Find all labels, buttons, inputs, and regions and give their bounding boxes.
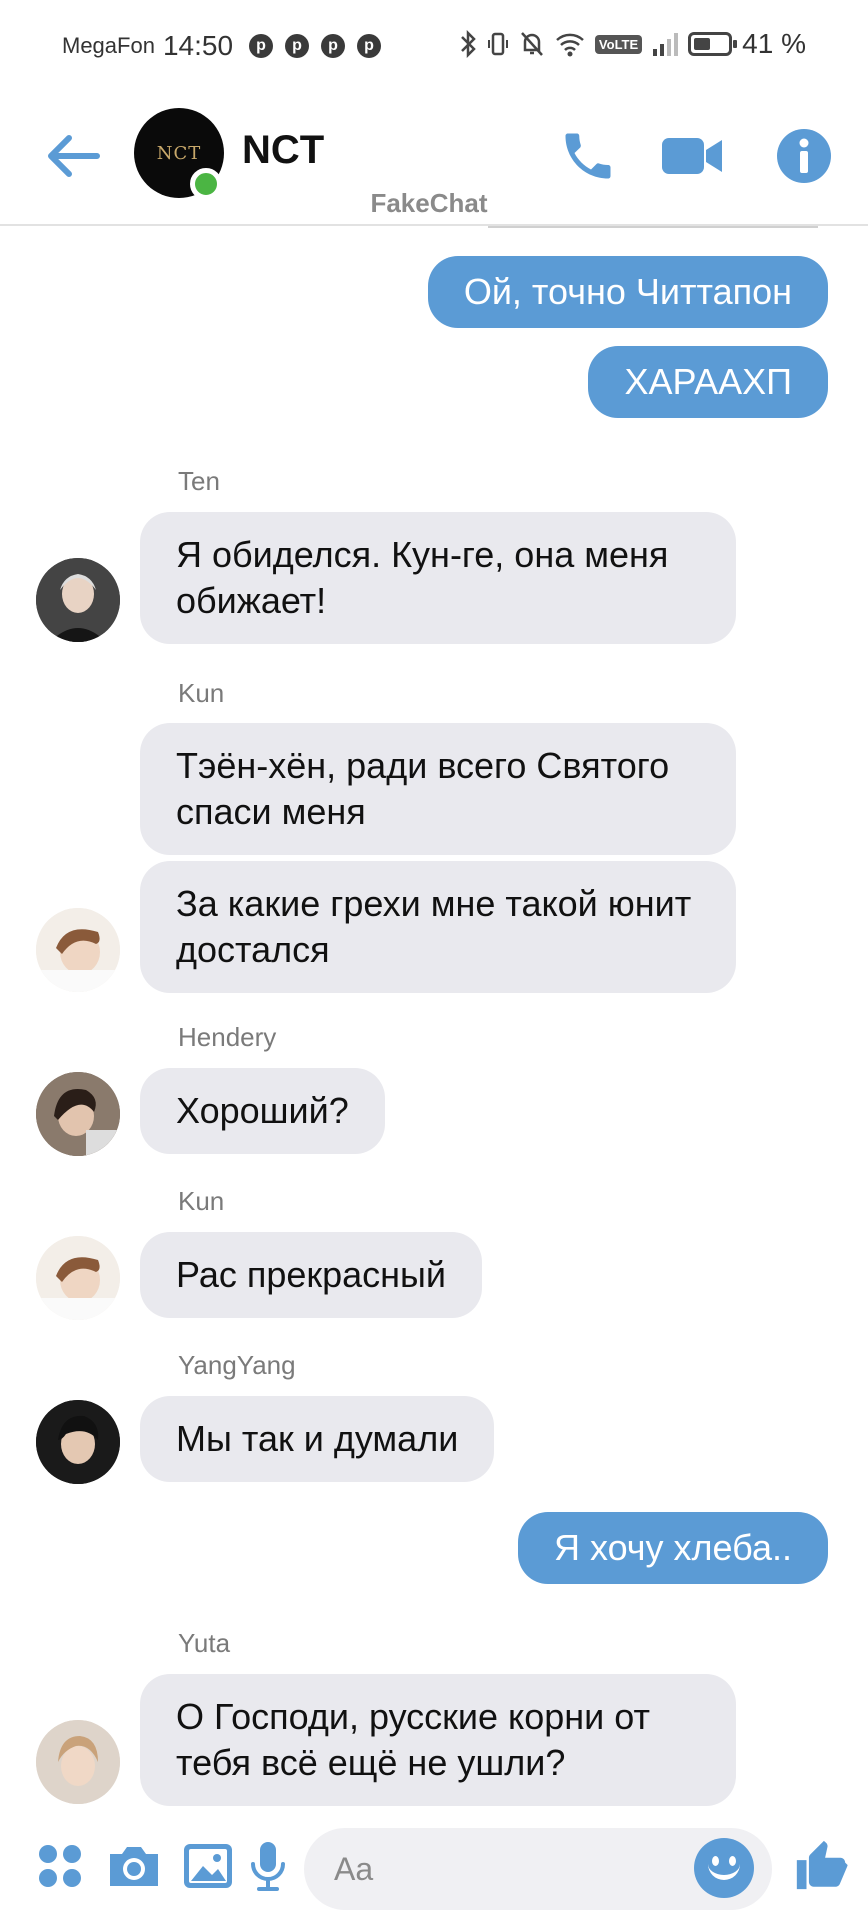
message-list[interactable]: Ой, точно Читтапон ХАРААХП Ten Я обиделс… bbox=[0, 226, 868, 1810]
back-button[interactable] bbox=[44, 126, 104, 186]
sender-name: Ten bbox=[178, 466, 220, 496]
avatar-kun[interactable] bbox=[36, 1236, 120, 1320]
like-button[interactable] bbox=[790, 1834, 852, 1896]
bluetooth-icon bbox=[459, 30, 477, 58]
avatar-ten[interactable] bbox=[36, 558, 120, 642]
chat-screen: MegaFon 14:50 p p p p VoLTE 41 % NCT NCT… bbox=[0, 0, 868, 1920]
incoming-message[interactable]: За какие грехи мне такой юнит достался bbox=[140, 861, 736, 993]
avatar-yangyang[interactable] bbox=[36, 1400, 120, 1484]
gallery-button[interactable] bbox=[180, 1838, 236, 1894]
battery-icon bbox=[688, 32, 738, 56]
camera-button[interactable] bbox=[106, 1838, 162, 1894]
more-actions-button[interactable] bbox=[32, 1838, 88, 1894]
pinterest-notification-icon: p bbox=[285, 34, 310, 58]
voice-call-button[interactable] bbox=[552, 120, 624, 192]
pinterest-notification-icon: p bbox=[357, 34, 382, 58]
incoming-message[interactable]: Рас прекрасный bbox=[140, 1232, 483, 1318]
outgoing-message[interactable]: Ой, точно Читтапон bbox=[427, 256, 828, 328]
sender-name: YangYang bbox=[178, 1350, 296, 1380]
arrow-left-icon bbox=[48, 135, 100, 177]
previous-message-edge bbox=[488, 226, 818, 228]
wifi-icon bbox=[555, 30, 585, 58]
avatar-yuta[interactable] bbox=[36, 1720, 120, 1804]
video-camera-icon bbox=[662, 138, 722, 174]
voice-record-button[interactable] bbox=[240, 1838, 296, 1894]
microphone-icon bbox=[251, 1842, 285, 1891]
camera-icon bbox=[110, 1847, 158, 1886]
mute-icon bbox=[519, 30, 545, 58]
volte-icon: VoLTE bbox=[594, 30, 643, 58]
sender-name: Hendery bbox=[178, 1022, 277, 1052]
carrier-name: MegaFon bbox=[62, 33, 155, 58]
video-call-button[interactable] bbox=[656, 120, 728, 192]
image-icon bbox=[184, 1844, 232, 1888]
avatar-hendery[interactable] bbox=[36, 1072, 120, 1156]
pinterest-notification-icon: p bbox=[249, 34, 274, 58]
emoji-button[interactable] bbox=[694, 1838, 754, 1898]
pinterest-notification-icon: p bbox=[321, 34, 346, 58]
incoming-message[interactable]: Мы так и думали bbox=[140, 1396, 495, 1482]
chat-header: NCT NCT FakeChat bbox=[0, 96, 868, 226]
four-dots-icon bbox=[39, 1845, 81, 1887]
watermark-text: FakeChat bbox=[370, 188, 488, 218]
incoming-message[interactable]: Хороший? bbox=[140, 1068, 385, 1154]
battery-percent: 41 % bbox=[742, 28, 806, 59]
nct-logo: NCT bbox=[156, 142, 202, 164]
chat-title[interactable]: NCT bbox=[242, 128, 324, 173]
outgoing-message[interactable]: ХАРААХП bbox=[588, 346, 828, 418]
status-bar: MegaFon 14:50 p p p p VoLTE 41 % bbox=[0, 0, 868, 96]
outgoing-message[interactable]: Я хочу хлеба.. bbox=[517, 1512, 828, 1584]
signal-icon bbox=[652, 30, 679, 58]
sender-name: Kun bbox=[178, 678, 225, 708]
phone-icon bbox=[565, 133, 611, 179]
composer-bar bbox=[0, 1810, 868, 1920]
avatar-kun[interactable] bbox=[36, 908, 120, 992]
clock: 14:50 bbox=[162, 30, 234, 61]
sender-name: Kun bbox=[178, 1186, 225, 1216]
sender-name: Yuta bbox=[178, 1628, 231, 1658]
info-icon bbox=[777, 129, 831, 183]
incoming-message[interactable]: О Господи, русские корни от тебя всё ещё… bbox=[140, 1674, 736, 1806]
thumbs-up-icon bbox=[796, 1840, 848, 1890]
vibrate-icon bbox=[487, 30, 509, 58]
incoming-message[interactable]: Тэён-хён, ради всего Святого спаси меня bbox=[140, 723, 736, 855]
info-button[interactable] bbox=[768, 120, 840, 192]
incoming-message[interactable]: Я обиделся. Кун-ге, она меня обижает! bbox=[140, 512, 736, 644]
